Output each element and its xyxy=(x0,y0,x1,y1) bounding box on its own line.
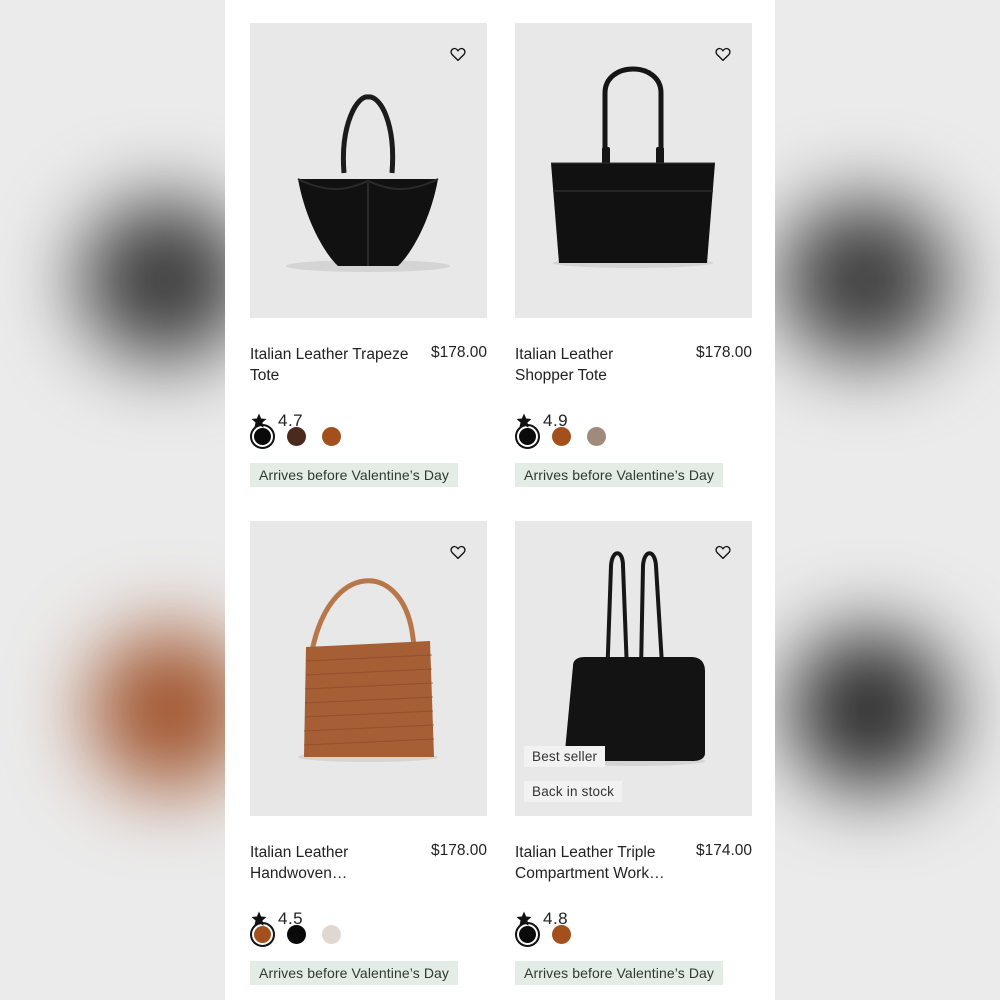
product-image[interactable] xyxy=(515,23,752,318)
color-swatch[interactable] xyxy=(287,426,306,446)
delivery-badge: Arrives before Valentine’s Day xyxy=(515,463,724,487)
product-price: $178.00 xyxy=(430,842,487,859)
color-swatch[interactable] xyxy=(515,921,540,947)
product-price: $174.00 xyxy=(695,842,752,859)
color-swatch[interactable] xyxy=(250,423,275,449)
color-swatch[interactable] xyxy=(552,426,571,446)
triple-compartment-bag-image xyxy=(561,551,705,766)
color-swatches xyxy=(250,921,357,947)
color-swatch[interactable] xyxy=(287,924,306,944)
product-price: $178.00 xyxy=(695,344,752,361)
product-name[interactable]: Italian Leather Handwoven… xyxy=(250,842,410,884)
delivery-badge: Arrives before Valentine’s Day xyxy=(250,961,459,985)
product-name[interactable]: Italian Leather Trapeze Tote xyxy=(250,344,410,386)
color-swatch[interactable] xyxy=(587,426,606,446)
heart-outline-icon[interactable] xyxy=(714,543,732,561)
trapeze-tote-image xyxy=(286,94,450,272)
shopper-tote-image xyxy=(551,66,715,268)
product-name[interactable]: Italian Leather Shopper Tote xyxy=(515,344,675,386)
handwoven-bag-image xyxy=(298,578,438,762)
color-swatches xyxy=(250,423,357,449)
product-price: $178.00 xyxy=(430,344,487,361)
background-blur-shape xyxy=(780,200,950,360)
heart-outline-icon[interactable] xyxy=(449,543,467,561)
heart-outline-icon[interactable] xyxy=(714,45,732,63)
best-seller-badge: Best seller xyxy=(524,746,606,767)
product-name[interactable]: Italian Leather Triple Compartment Work… xyxy=(515,842,675,884)
background-blur-shape xyxy=(790,630,950,790)
back-in-stock-badge: Back in stock xyxy=(524,781,623,802)
color-swatch[interactable] xyxy=(322,924,341,944)
product-image[interactable]: Best seller Back in stock xyxy=(515,521,752,816)
color-swatch[interactable] xyxy=(322,426,341,446)
color-swatches xyxy=(515,921,587,947)
delivery-badge: Arrives before Valentine’s Day xyxy=(515,961,724,985)
color-swatch[interactable] xyxy=(552,924,571,944)
product-grid-page: Italian Leather Trapeze Tote $178.00 4.7… xyxy=(225,0,775,1000)
color-swatch[interactable] xyxy=(250,921,275,947)
color-swatch[interactable] xyxy=(515,423,540,449)
product-image[interactable] xyxy=(250,23,487,318)
product-image[interactable] xyxy=(250,521,487,816)
heart-outline-icon[interactable] xyxy=(449,45,467,63)
delivery-badge: Arrives before Valentine’s Day xyxy=(250,463,459,487)
color-swatches xyxy=(515,423,622,449)
